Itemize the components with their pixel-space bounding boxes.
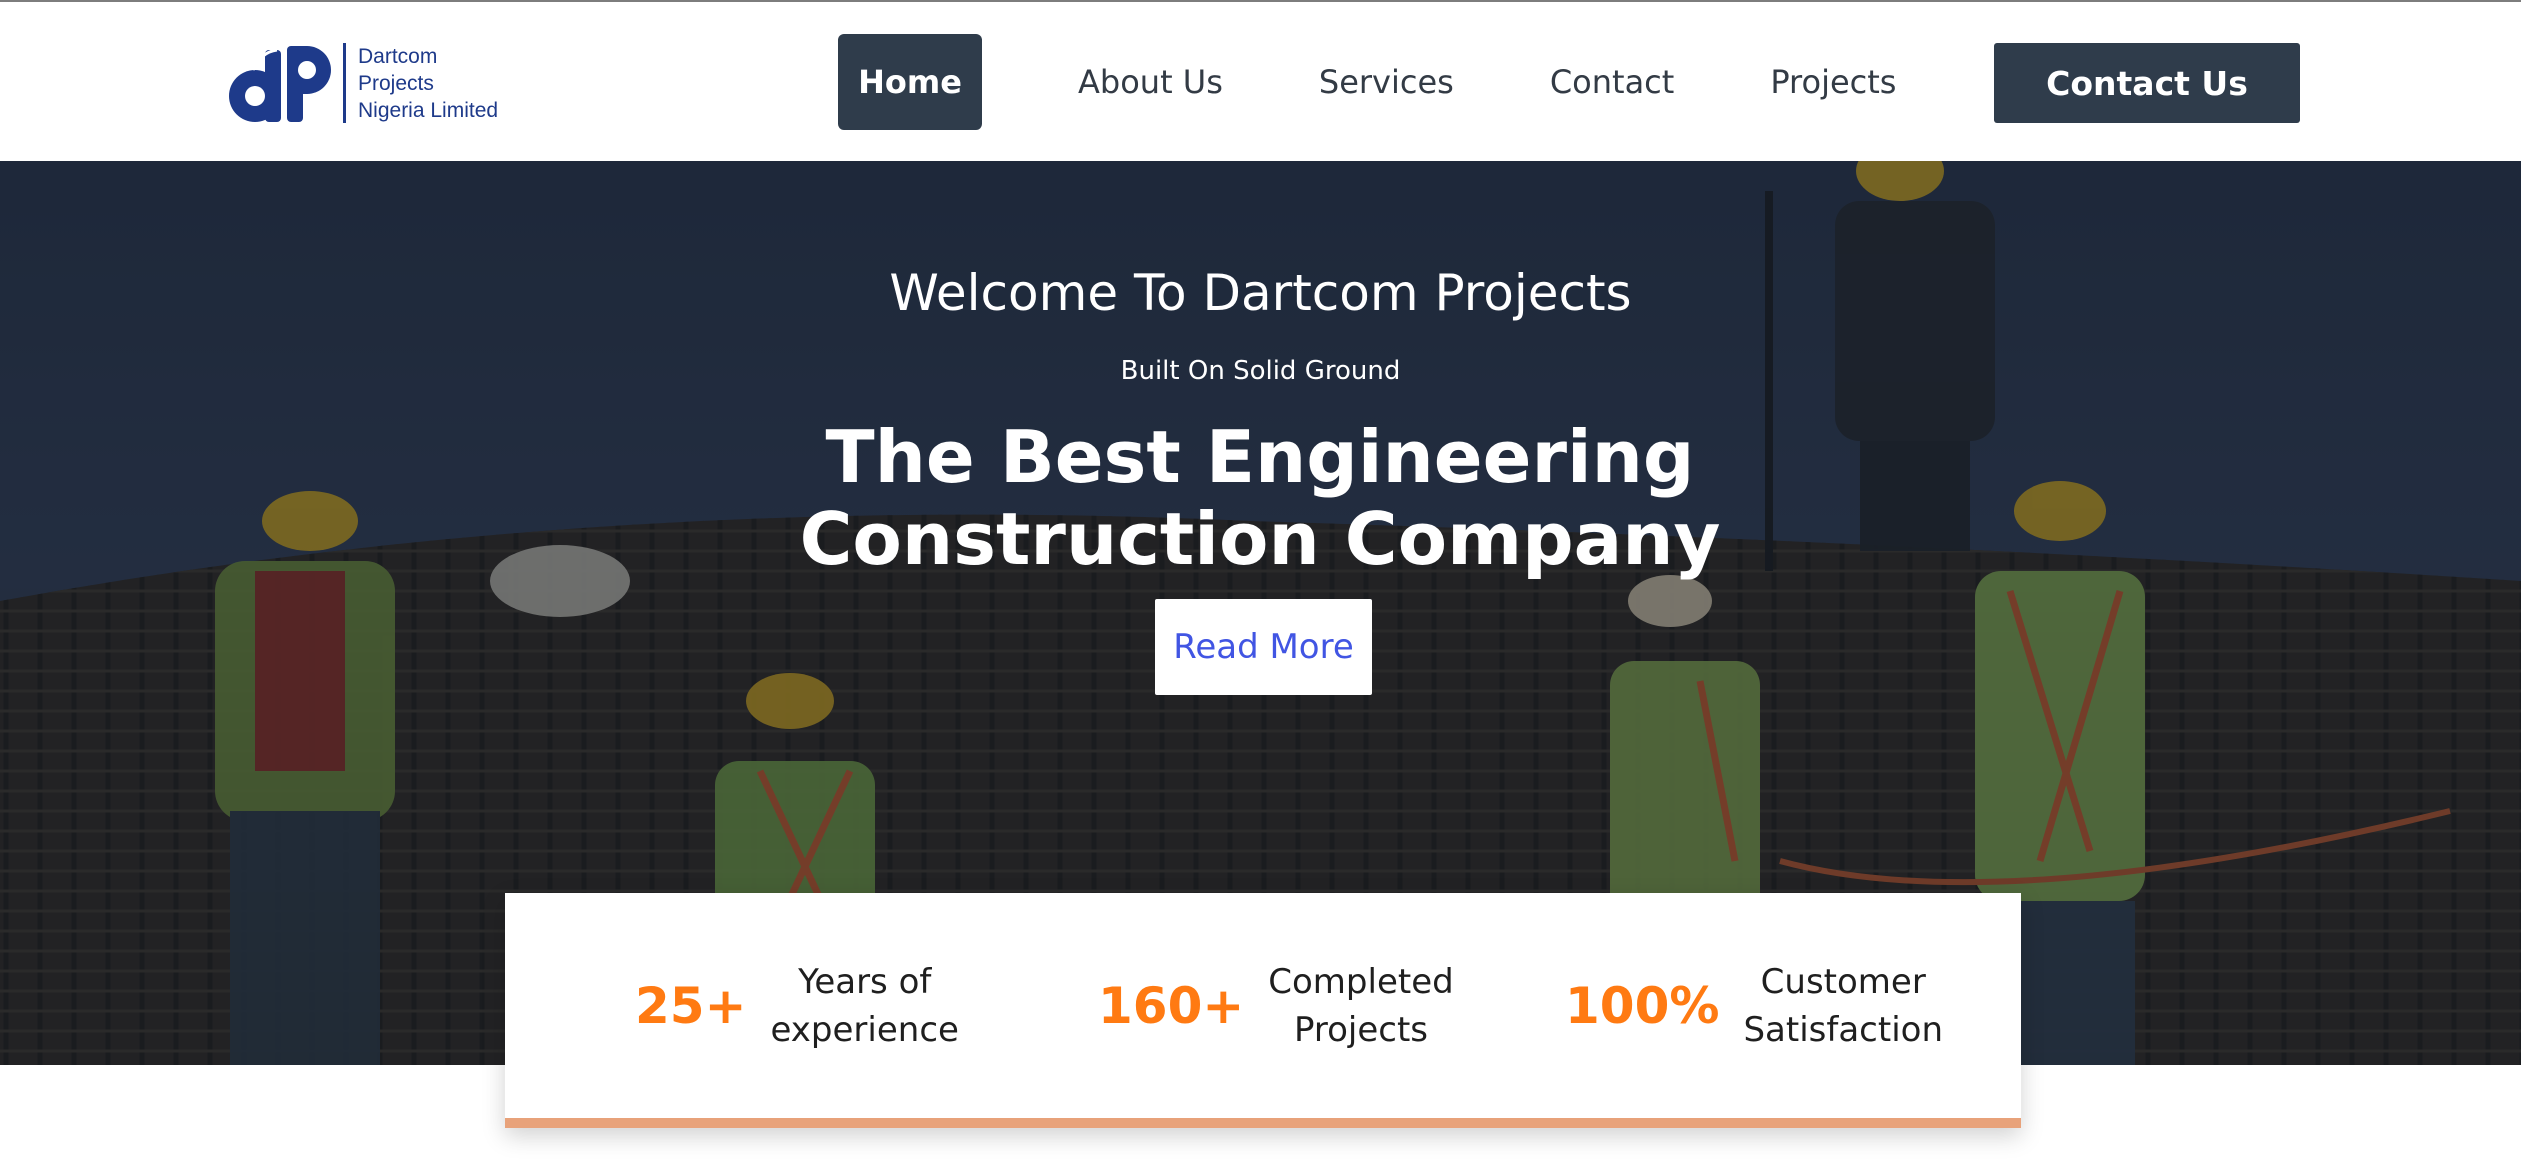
- stat-value: 160+: [1098, 976, 1245, 1035]
- stat-label: Completed Projects: [1268, 961, 1454, 1050]
- stats-card: 25+ Years of experience 160+ Completed P…: [505, 893, 2021, 1128]
- stat-years-experience: 25+ Years of experience: [635, 893, 959, 1118]
- logo-text-line-2: Projects: [358, 71, 434, 95]
- main-nav: Home About Us Services Contact Projects: [838, 34, 1896, 130]
- logo-divider: [343, 43, 346, 123]
- nav-item-home[interactable]: Home: [838, 34, 982, 130]
- nav-item-projects[interactable]: Projects: [1770, 34, 1896, 130]
- nav-item-contact[interactable]: Contact: [1550, 34, 1675, 130]
- stat-label: Customer Satisfaction: [1743, 961, 1944, 1050]
- page: Dartcom Projects Nigeria Limited Home Ab…: [0, 0, 2521, 1169]
- read-more-button[interactable]: Read More: [1155, 599, 1372, 695]
- logo-text: Dartcom Projects Nigeria Limited: [358, 43, 498, 124]
- logo-text-line-3: Nigeria Limited: [358, 98, 499, 122]
- site-logo[interactable]: Dartcom Projects Nigeria Limited: [225, 40, 498, 126]
- nav-item-services[interactable]: Services: [1319, 34, 1454, 130]
- stat-label: Years of experience: [770, 961, 959, 1050]
- logo-text-line-1: Dartcom: [358, 44, 438, 68]
- stat-value: 25+: [635, 976, 747, 1035]
- hero-subtitle: Built On Solid Ground: [1120, 356, 1401, 386]
- stat-completed-projects: 160+ Completed Projects: [1098, 893, 1454, 1118]
- stat-value: 100%: [1565, 976, 1720, 1035]
- site-header: Dartcom Projects Nigeria Limited Home Ab…: [0, 0, 2521, 161]
- hero-title: The Best Engineering Construction Compan…: [799, 415, 1721, 581]
- nav-item-about-us[interactable]: About Us: [1078, 34, 1223, 130]
- stat-customer-satisfaction: 100% Customer Satisfaction: [1565, 893, 1943, 1118]
- contact-us-button[interactable]: Contact Us: [1994, 43, 2300, 123]
- dp-monogram-logo-icon: [229, 46, 331, 122]
- hero-welcome-text: Welcome To Dartcom Projects: [889, 264, 1632, 322]
